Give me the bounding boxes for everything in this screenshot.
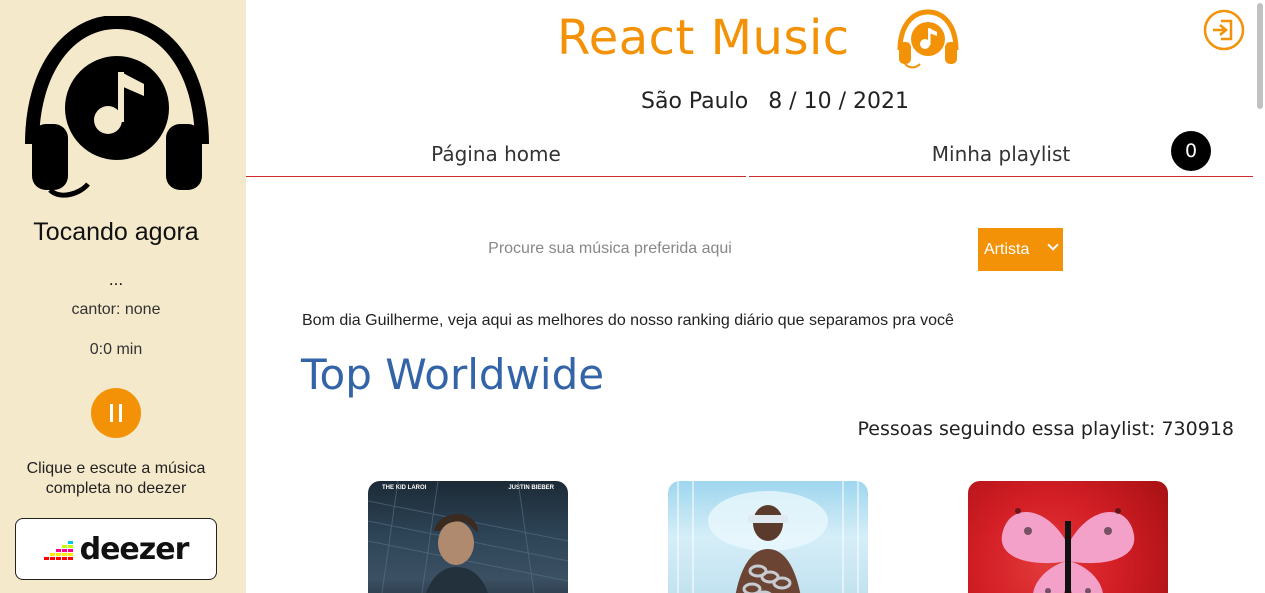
deezer-button[interactable]: deezer <box>15 518 217 580</box>
deezer-hint-text: Clique e escute a música completa no dee… <box>26 460 206 497</box>
deezer-logo-icon <box>43 538 74 560</box>
track-duration: 0:0 min <box>89 341 143 358</box>
pause-button[interactable] <box>91 388 141 438</box>
search-input[interactable] <box>440 232 780 266</box>
album-card[interactable]: THE KID LAROI JUSTIN BIEBER <box>368 481 568 593</box>
date-label: 8 / 10 / 2021 <box>768 89 909 114</box>
deezer-label: deezer <box>79 531 190 567</box>
album-cover-art <box>1001 508 1135 593</box>
headphones-music-icon <box>897 9 959 69</box>
pause-icon-bar <box>119 404 122 422</box>
greeting-text: Bom dia Guilherme, veja aqui as melhores… <box>302 312 954 329</box>
followers-count: Pessoas seguindo essa playlist: 730918 <box>857 418 1234 440</box>
chevron-down-icon <box>1047 239 1059 251</box>
album-card[interactable] <box>968 481 1168 593</box>
now-playing-sidebar: Tocando agora ... cantor: none 0:0 min C… <box>0 0 246 593</box>
location-date: São Paulo 8 / 10 / 2021 <box>641 89 909 114</box>
now-playing-label: Tocando agora <box>33 218 199 246</box>
album-card[interactable] <box>668 481 868 593</box>
headphones-music-icon <box>25 16 209 198</box>
track-singer: cantor: none <box>71 301 161 318</box>
city-label: São Paulo <box>641 89 749 114</box>
search-filter-value: Artista <box>984 240 1030 258</box>
album-cover-art <box>677 481 859 593</box>
page-scrollbar[interactable] <box>1257 3 1263 109</box>
album-cover-art <box>368 481 568 593</box>
app-title: React Music <box>557 10 850 66</box>
playlist-count-badge: 0 <box>1171 131 1211 171</box>
playlist-title: Top Worldwide <box>301 350 605 399</box>
track-title: ... <box>108 270 124 289</box>
logout-icon[interactable] <box>1203 9 1245 51</box>
pause-icon <box>110 404 113 422</box>
search-filter-select[interactable]: Artista <box>978 228 1063 271</box>
tab-home[interactable]: Página home <box>246 130 746 177</box>
